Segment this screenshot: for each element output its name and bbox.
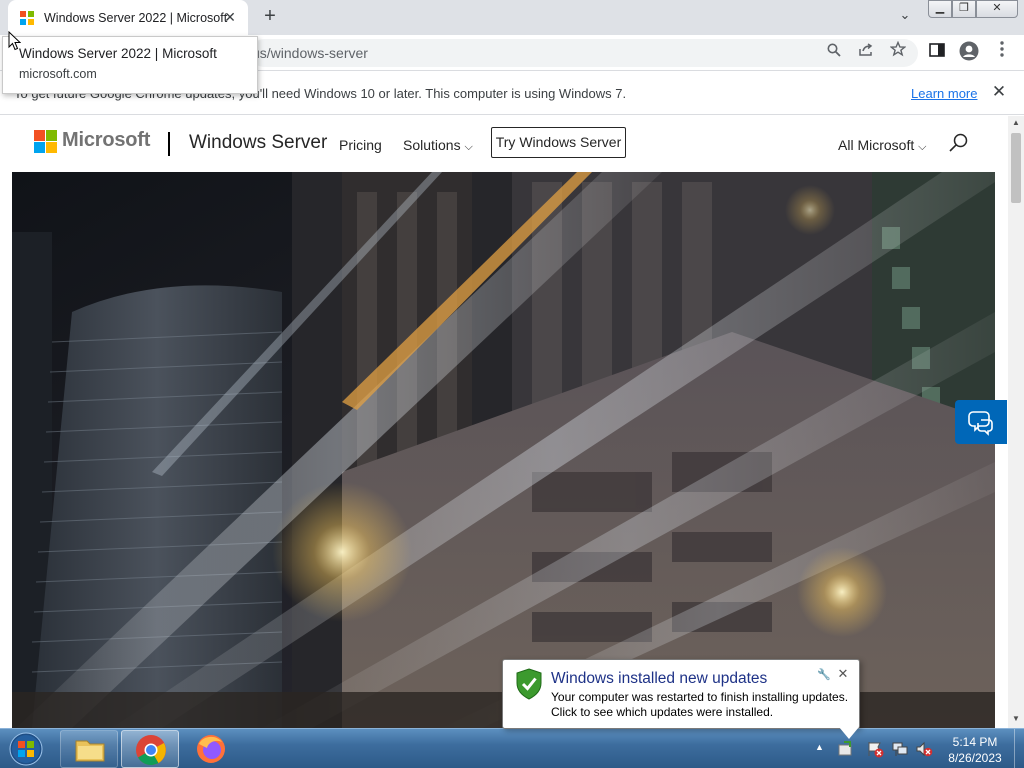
share-icon[interactable] [854,41,878,65]
profile-avatar-icon[interactable] [957,41,981,65]
chevron-down-icon: ⌵ [464,141,473,153]
zoom-search-icon[interactable] [822,41,846,65]
folder-icon [75,740,105,762]
tray-overflow-arrow-icon[interactable]: ▲ [815,742,824,752]
window-restore-button[interactable]: ❐ [952,0,976,18]
notification-title: Windows installed new updates [551,670,768,687]
firefox-icon [197,735,225,763]
page-scrollbar[interactable]: ▲ ▼ [1008,116,1024,728]
browser-tab[interactable]: Windows Server 2022 | Microsoft ✕ [8,0,248,35]
notification-line-1: Your computer was restarted to finish in… [551,690,849,704]
side-panel-icon[interactable] [925,41,949,65]
nav-solutions-label: Solutions [403,137,461,153]
taskbar-chrome-button[interactable] [121,730,179,768]
browser-title-bar: Windows Server 2022 | Microsoft ✕ + ⌄ ▁ … [0,0,1024,35]
address-bar-url[interactable]: us/windows-server [252,45,368,61]
notification-pointer [839,727,859,739]
site-search-icon[interactable] [948,132,970,154]
taskbar-firefox-button[interactable] [182,730,240,768]
scroll-up-arrow-icon[interactable]: ▲ [1008,118,1024,130]
network-icon[interactable] [891,740,909,758]
window-close-button[interactable]: ✕ [976,0,1018,18]
scroll-down-arrow-icon[interactable]: ▼ [1008,714,1024,726]
chat-bubbles-icon [968,411,993,436]
tab-hover-card: Windows Server 2022 | Microsoft microsof… [2,36,258,94]
microsoft-logo-icon[interactable] [34,130,57,153]
microsoft-wordmark[interactable]: Microsoft [62,129,150,152]
volume-muted-icon[interactable] [915,740,933,758]
all-microsoft-label: All Microsoft [838,137,915,153]
hero-image [12,172,995,728]
notification-body: Your computer was restarted to finish in… [551,690,848,720]
hover-card-title: Windows Server 2022 | Microsoft [19,46,217,61]
tab-title: Windows Server 2022 | Microsoft [44,10,228,25]
notification-close-icon[interactable]: ✕ [836,667,850,681]
all-microsoft-menu[interactable]: All Microsoft ⌵ [838,137,926,154]
nav-solutions-menu[interactable]: Solutions ⌵ [403,137,473,154]
start-button[interactable] [4,730,48,768]
header-divider [168,132,170,156]
chat-assistant-button[interactable] [955,400,1007,444]
hover-card-domain: microsoft.com [19,67,97,81]
nav-pricing-link[interactable]: Pricing [339,137,382,153]
bookmark-star-icon[interactable] [886,40,910,65]
windows-taskbar: ▲ 5:14 PM 8/26/2023 [0,728,1024,768]
chrome-icon [136,735,166,766]
settings-wrench-icon[interactable]: 🔧 [817,668,831,682]
tab-search-chevron-icon[interactable]: ⌄ [895,7,915,27]
taskbar-explorer-button[interactable] [60,730,118,768]
action-center-flag-icon[interactable] [866,740,884,758]
try-windows-server-button[interactable]: Try Windows Server [491,127,626,158]
update-flag-icon[interactable] [836,740,854,758]
system-clock[interactable]: 5:14 PM 8/26/2023 [940,734,1010,766]
product-brand-link[interactable]: Windows Server [189,132,327,154]
chrome-menu-icon[interactable] [990,41,1014,65]
clock-time: 5:14 PM [952,735,998,749]
infobar-close-icon[interactable]: ✕ [990,83,1008,101]
tab-close-icon[interactable]: ✕ [222,9,238,25]
windows-update-notification[interactable]: Windows installed new updates Your compu… [502,659,860,739]
scroll-thumb[interactable] [1011,133,1021,203]
windows-orb-icon [9,732,43,766]
web-page: Microsoft Windows Server Pricing Solutio… [0,116,1008,728]
notification-line-2: Click to see which updates were installe… [551,705,774,719]
microsoft-favicon-icon [20,10,34,25]
site-header: Microsoft Windows Server Pricing Solutio… [0,116,1008,172]
address-bar[interactable]: us/windows-server [250,39,918,67]
clock-date: 8/26/2023 [948,751,1002,765]
security-shield-icon [516,668,542,700]
window-minimize-button[interactable]: ▁ [928,0,952,18]
show-desktop-button[interactable] [1014,729,1024,768]
mouse-cursor-icon [8,31,21,51]
learn-more-link[interactable]: Learn more [911,86,977,101]
new-tab-button[interactable]: + [259,6,281,28]
chevron-down-icon: ⌵ [918,141,927,153]
